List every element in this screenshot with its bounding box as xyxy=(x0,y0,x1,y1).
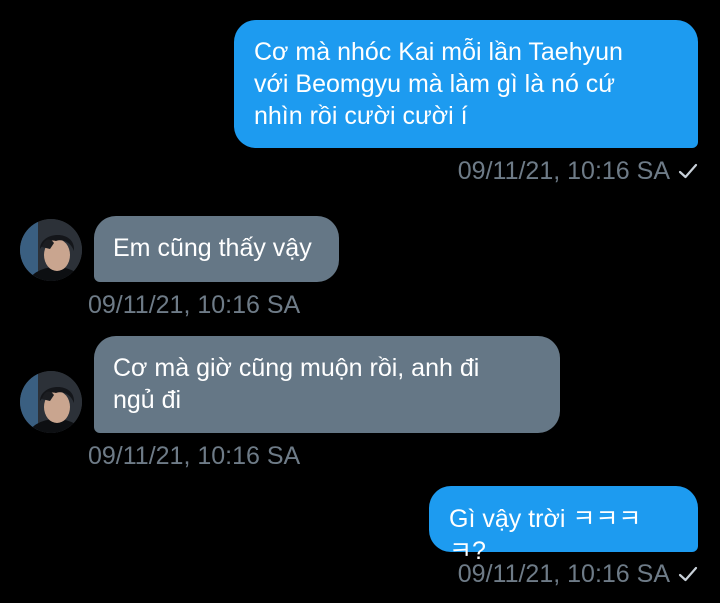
message-meta: 09/11/21, 10:16 SA xyxy=(458,156,698,187)
message-meta: 09/11/21, 10:16 SA xyxy=(458,559,698,590)
message-text: Gì vậy trời ㅋㅋㅋㅋ? xyxy=(449,505,642,565)
message-text: Em cũng thấy vậy xyxy=(113,234,312,262)
avatar[interactable] xyxy=(20,219,82,281)
message-timestamp: 09/11/21, 10:16 SA xyxy=(457,560,670,588)
message-timestamp: 09/11/21, 10:16 SA xyxy=(457,157,670,185)
outgoing-message-bubble[interactable]: Gì vậy trời ㅋㅋㅋㅋ? xyxy=(429,486,698,565)
outgoing-message-bubble[interactable]: Cơ mà nhóc Kai mỗi lần Taehyun với Beomg… xyxy=(234,20,698,148)
message-text-line: với Beomgyu mà làm gì là nó cứ xyxy=(254,70,616,98)
avatar[interactable] xyxy=(20,371,82,433)
incoming-message-bubble[interactable]: Em cũng thấy vậy xyxy=(94,216,339,282)
checkmark-icon xyxy=(678,157,698,187)
message-text-line: Cơ mà giờ cũng muộn rồi, anh đi xyxy=(113,354,480,382)
message-text-line: Cơ mà nhóc Kai mỗi lần Taehyun xyxy=(254,38,623,66)
message-timestamp: 09/11/21, 10:16 SA xyxy=(88,442,301,470)
message-text-line: ngủ đi xyxy=(113,386,182,414)
message-timestamp: 09/11/21, 10:16 SA xyxy=(88,291,301,319)
message-text-line: nhìn rồi cười cười í xyxy=(254,102,468,130)
checkmark-icon xyxy=(678,560,698,590)
incoming-message-bubble[interactable]: Cơ mà giờ cũng muộn rồi, anh đi ngủ đi xyxy=(94,336,560,433)
